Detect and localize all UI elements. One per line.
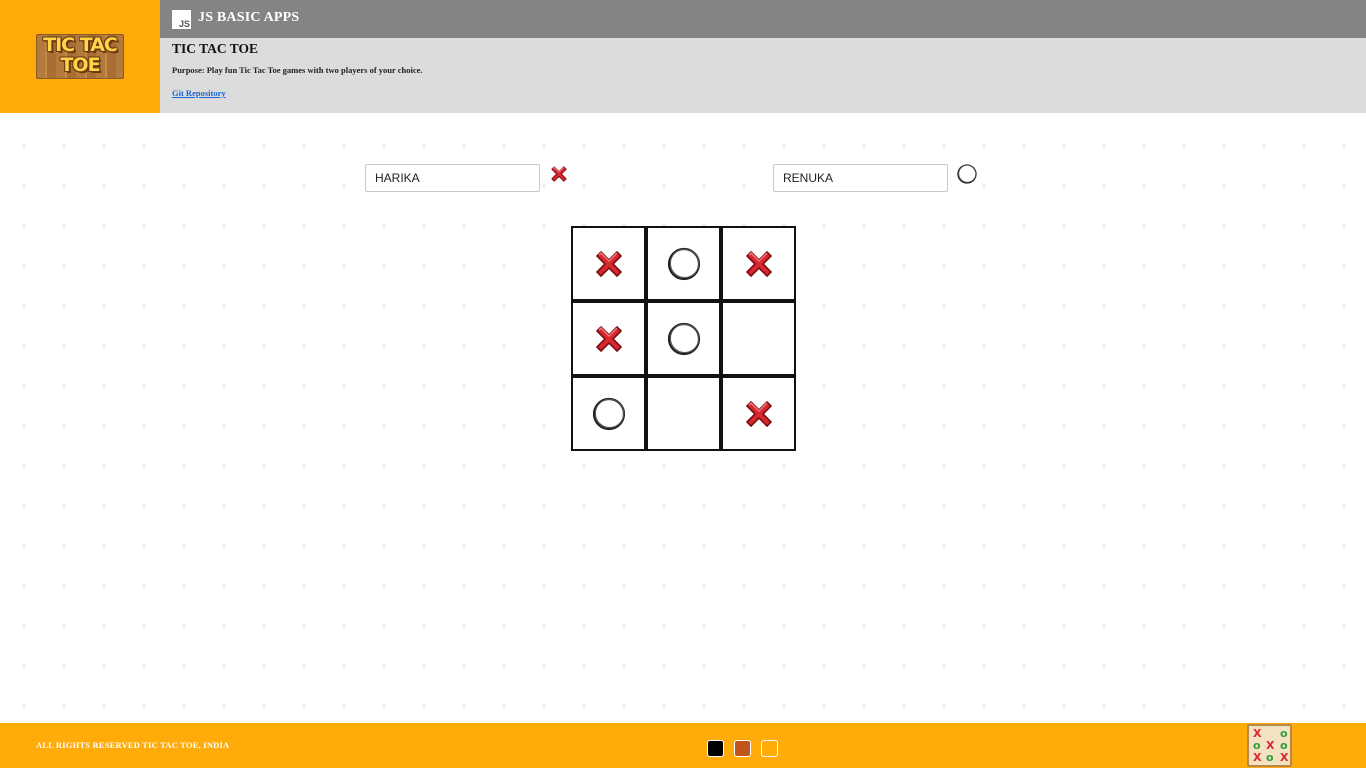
board-cell-r1-c2[interactable] [646,226,721,301]
logo-area: TIC TAC TOE [0,0,160,113]
player-1-name-input[interactable] [365,164,540,192]
purpose-text: Purpose: Play fun Tic Tac Toe games with… [172,65,423,75]
o-icon [667,322,700,355]
logo-line-1: TIC TAC [43,34,118,56]
game-board [571,226,796,451]
info-bar: TIC TAC TOE Purpose: Play fun Tic Tac To… [160,38,1366,113]
footer: ALL RIGHTS RESERVED TIC TAC TOE, INDIA X… [0,723,1366,768]
x-icon [595,325,622,352]
board-cell-r2-c3[interactable] [721,301,796,376]
board-cell-r1-c3[interactable] [721,226,796,301]
board-cell-r2-c2[interactable] [646,301,721,376]
x-icon [745,400,772,427]
x-icon [595,250,622,277]
tic-tac-toe-logo: TIC TAC TOE [36,34,124,79]
o-icon [955,162,979,186]
board-cell-r3-c1[interactable] [571,376,646,451]
copyright-text: ALL RIGHTS RESERVED TIC TAC TOE, INDIA [36,740,230,750]
page-title: TIC TAC TOE [172,41,259,56]
brand-title: JS BASIC APPS [198,10,300,25]
o-icon [667,247,700,280]
theme-swatch-brown[interactable] [734,740,751,757]
x-icon [745,250,772,277]
git-repository-link[interactable]: Git Repository [172,88,226,98]
top-bar: JS JS BASIC APPS [160,0,1366,38]
js-icon: JS [172,10,191,29]
player-2-name-input[interactable] [773,164,948,192]
logo-line-2: TOE [60,54,100,76]
board-cell-r3-c3[interactable] [721,376,796,451]
header: TIC TAC TOE JS JS BASIC APPS TIC TAC TOE… [0,0,1366,113]
js-icon-text: JS [178,19,190,29]
tic-tac-toe-mini-logo: X o o X o X o X [1247,724,1292,767]
board-cell-r1-c1[interactable] [571,226,646,301]
theme-swatch-orange[interactable] [761,740,778,757]
board-cell-r3-c2[interactable] [646,376,721,451]
board-cell-r2-c1[interactable] [571,301,646,376]
theme-swatch-black[interactable] [707,740,724,757]
o-icon [592,397,625,430]
x-icon [547,162,571,186]
